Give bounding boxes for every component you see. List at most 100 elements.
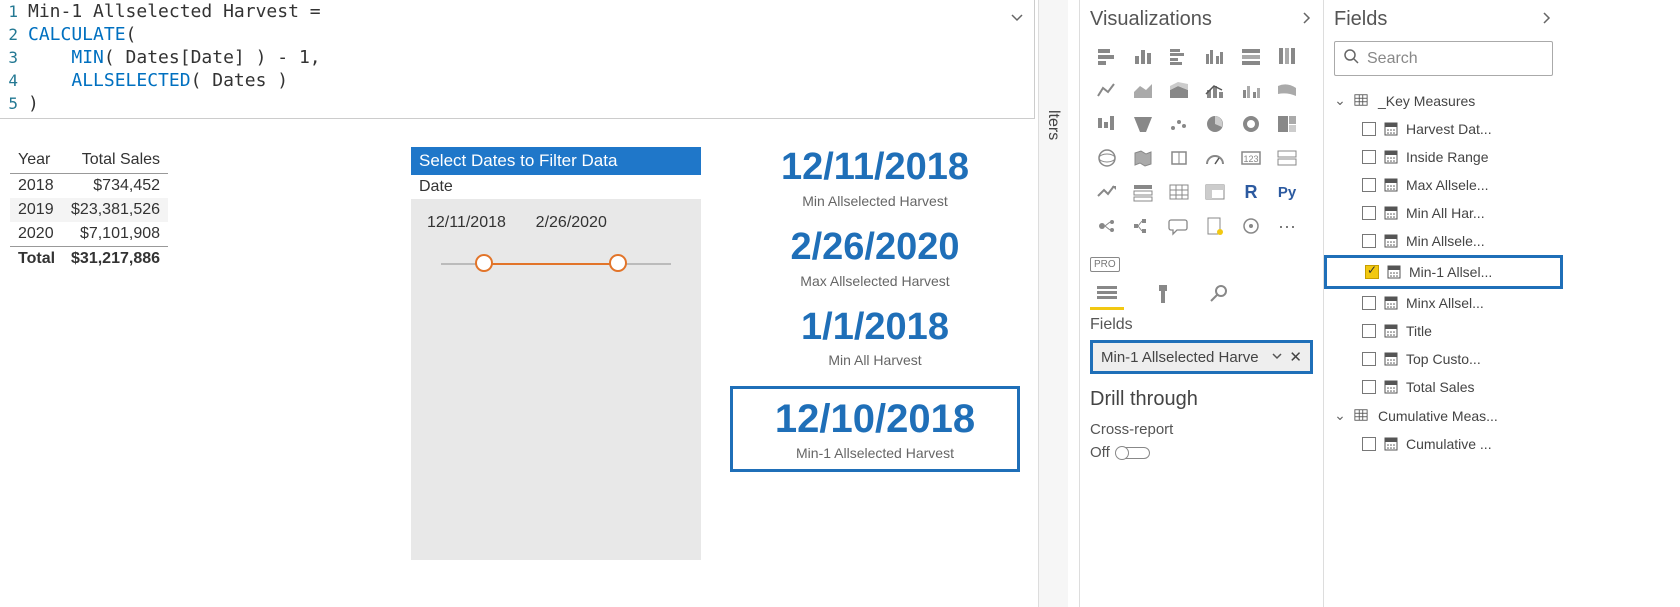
field-item-min-1-allsel-[interactable]: Min-1 Allsel... [1324, 255, 1563, 289]
field-label: Total Sales [1406, 379, 1474, 395]
filters-pane-collapsed[interactable]: lters [1038, 0, 1068, 607]
map-icon[interactable] [1090, 143, 1124, 173]
measure-icon [1384, 352, 1398, 366]
cross-report-toggle[interactable]: Off [1090, 444, 1313, 461]
field-item-cumulative-[interactable]: Cumulative ... [1324, 430, 1563, 458]
field-checkbox[interactable] [1362, 234, 1376, 248]
slicer-end-date[interactable]: 2/26/2020 [530, 214, 613, 232]
paginated-icon[interactable] [1198, 211, 1232, 241]
stacked-area-icon[interactable] [1162, 75, 1196, 105]
qa-icon[interactable] [1162, 211, 1196, 241]
field-item-title[interactable]: Title [1324, 317, 1563, 345]
formula-bar[interactable]: 1 Min-1 Allselected Harvest = 2 CALCULAT… [0, 0, 1035, 119]
formula-expand-button[interactable] [1006, 6, 1028, 28]
table-header-row: Year Total Sales [10, 147, 168, 174]
format-tab[interactable] [1146, 278, 1180, 310]
field-item-total-sales[interactable]: Total Sales [1324, 373, 1563, 401]
scatter-icon[interactable] [1162, 109, 1196, 139]
table-icon[interactable] [1162, 177, 1196, 207]
table-label: _Key Measures [1378, 93, 1475, 109]
field-item-inside-range[interactable]: Inside Range [1324, 143, 1563, 171]
measure-icon [1384, 206, 1398, 220]
r-visual-icon[interactable]: R [1234, 177, 1268, 207]
column-chart-icon[interactable] [1126, 41, 1160, 71]
slider-handle-end[interactable] [609, 254, 627, 272]
decomposition-icon[interactable] [1126, 211, 1160, 241]
field-checkbox[interactable] [1362, 150, 1376, 164]
table-row[interactable]: 2019$23,381,526 [10, 198, 168, 222]
measure-icon [1384, 380, 1398, 394]
measure-icon [1384, 178, 1398, 192]
funnel-icon[interactable] [1126, 109, 1160, 139]
stacked-column-100-icon[interactable] [1270, 41, 1304, 71]
multi-card-icon[interactable] [1270, 143, 1304, 173]
fields-pane: Fields Search ⌄_Key MeasuresHarvest Dat.… [1323, 0, 1563, 607]
fields-search-input[interactable]: Search [1334, 41, 1553, 76]
donut-chart-icon[interactable] [1234, 109, 1268, 139]
date-slicer[interactable]: Select Dates to Filter Data Date 12/11/2… [411, 147, 701, 560]
matrix-icon[interactable] [1198, 177, 1232, 207]
field-item-min-all-har-[interactable]: Min All Har... [1324, 199, 1563, 227]
ribbon-chart-icon[interactable] [1270, 75, 1304, 105]
line-chart-icon[interactable] [1090, 75, 1124, 105]
stacked-bar-icon[interactable] [1090, 41, 1124, 71]
field-checkbox[interactable] [1365, 265, 1379, 279]
treemap-icon[interactable] [1270, 109, 1304, 139]
field-table-_key-measures[interactable]: ⌄ _Key Measures [1324, 86, 1563, 115]
waterfall-icon[interactable] [1090, 109, 1124, 139]
table-row[interactable]: 2020$7,101,908 [10, 222, 168, 247]
field-item-minx-allsel-[interactable]: Minx Allsel... [1324, 289, 1563, 317]
field-checkbox[interactable] [1362, 296, 1376, 310]
filled-map-icon[interactable] [1126, 143, 1160, 173]
chevron-down-icon[interactable] [1271, 349, 1283, 366]
field-table-cumulative-meas-[interactable]: ⌄Cumulative Meas... [1324, 401, 1563, 430]
slicer-start-date[interactable]: 12/11/2018 [421, 214, 512, 232]
drillthrough-title: Drill through [1090, 388, 1313, 411]
arcgis-icon[interactable] [1234, 211, 1268, 241]
slicer-icon[interactable] [1126, 177, 1160, 207]
kpi-icon[interactable] [1090, 177, 1124, 207]
slicer-slider[interactable] [441, 262, 671, 266]
area-chart-icon[interactable] [1126, 75, 1160, 105]
card-min-allselected[interactable]: 12/11/2018 Min Allselected Harvest [730, 147, 1020, 209]
card-max-allselected[interactable]: 2/26/2020 Max Allselected Harvest [730, 227, 1020, 289]
field-checkbox[interactable] [1362, 324, 1376, 338]
chevron-right-icon[interactable] [1299, 8, 1313, 31]
card-icon[interactable]: 123 [1234, 143, 1268, 173]
card-min-1-allselected[interactable]: 12/10/2018 Min-1 Allselected Harvest [730, 386, 1020, 472]
measure-icon [1384, 324, 1398, 338]
stacked-bar-100-icon[interactable] [1234, 41, 1268, 71]
field-item-min-allsele-[interactable]: Min Allsele... [1324, 227, 1563, 255]
slider-handle-start[interactable] [475, 254, 493, 272]
gauge-icon[interactable] [1198, 143, 1232, 173]
field-checkbox[interactable] [1362, 178, 1376, 192]
table-row[interactable]: 2018$734,452 [10, 174, 168, 199]
python-visual-icon[interactable]: Py [1270, 177, 1304, 207]
line-column-icon[interactable] [1198, 75, 1232, 105]
field-checkbox[interactable] [1362, 352, 1376, 366]
pie-chart-icon[interactable] [1198, 109, 1232, 139]
analytics-tab[interactable] [1202, 278, 1236, 310]
remove-field-icon[interactable]: ✕ [1289, 348, 1302, 366]
clustered-bar-icon[interactable] [1162, 41, 1196, 71]
field-well-item[interactable]: Min-1 Allselected Harve ✕ [1090, 340, 1313, 374]
field-checkbox[interactable] [1362, 437, 1376, 451]
clustered-column-icon[interactable] [1198, 41, 1232, 71]
sales-table-visual[interactable]: Year Total Sales 2018$734,452 2019$23,38… [10, 147, 168, 271]
field-item-harvest-dat-[interactable]: Harvest Dat... [1324, 115, 1563, 143]
field-checkbox[interactable] [1362, 122, 1376, 136]
card-min-all[interactable]: 1/1/2018 Min All Harvest [730, 307, 1020, 369]
chevron-right-icon[interactable] [1539, 8, 1553, 31]
field-checkbox[interactable] [1362, 206, 1376, 220]
field-checkbox[interactable] [1362, 380, 1376, 394]
measure-icon [1384, 150, 1398, 164]
more-visuals-icon[interactable]: ··· [1270, 211, 1304, 241]
svg-text:123: 123 [1243, 154, 1258, 164]
chevron-down-icon: ⌄ [1334, 92, 1346, 109]
fields-tab[interactable] [1090, 278, 1124, 310]
field-item-max-allsele-[interactable]: Max Allsele... [1324, 171, 1563, 199]
shape-map-icon[interactable] [1162, 143, 1196, 173]
key-influencers-icon[interactable] [1090, 211, 1124, 241]
field-item-top-custo-[interactable]: Top Custo... [1324, 345, 1563, 373]
line-clustered-icon[interactable] [1234, 75, 1268, 105]
